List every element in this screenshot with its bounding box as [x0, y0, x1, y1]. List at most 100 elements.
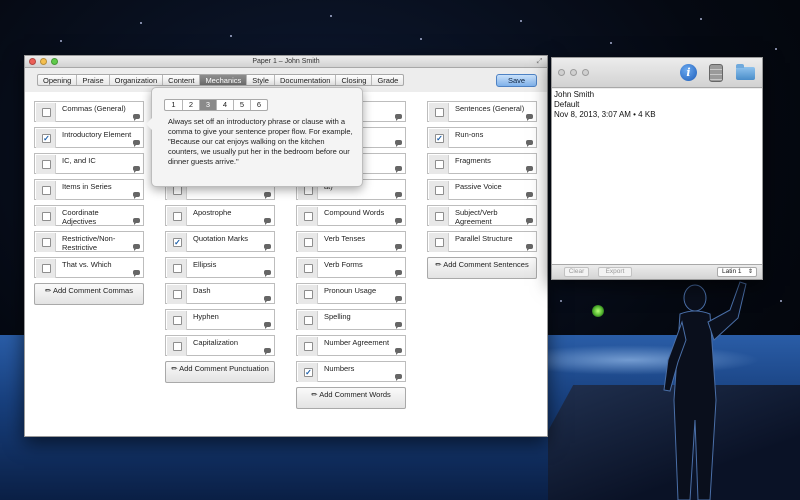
- tab-closing[interactable]: Closing: [335, 75, 371, 85]
- page-5-button[interactable]: 5: [233, 100, 250, 110]
- comment-checkbox[interactable]: [304, 290, 313, 299]
- comment-checkbox[interactable]: [42, 108, 51, 117]
- comment-bubble-icon[interactable]: [264, 322, 271, 329]
- comment-checkbox[interactable]: [304, 186, 313, 195]
- comment-bubble-icon[interactable]: [526, 218, 533, 225]
- comment-item-spelling[interactable]: Spelling: [296, 309, 406, 330]
- comment-item-items-in-series[interactable]: Items in Series: [34, 179, 144, 200]
- comment-item-sentences-general[interactable]: Sentences (General): [427, 101, 537, 122]
- page-4-button[interactable]: 4: [216, 100, 233, 110]
- comment-item-run-ons[interactable]: ✓ Run-ons: [427, 127, 537, 148]
- comment-checkbox[interactable]: ✓: [173, 238, 182, 247]
- comment-bubble-icon[interactable]: [526, 114, 533, 121]
- comment-checkbox[interactable]: [304, 342, 313, 351]
- comment-bubble-icon[interactable]: [264, 192, 271, 199]
- comment-item-passive-voice[interactable]: Passive Voice: [427, 179, 537, 200]
- comment-checkbox[interactable]: [173, 316, 182, 325]
- comment-checkbox[interactable]: [42, 238, 51, 247]
- comment-bubble-icon[interactable]: [395, 192, 402, 199]
- minimize-window-button[interactable]: [570, 69, 577, 76]
- comment-item-verb-forms[interactable]: Verb Forms: [296, 257, 406, 278]
- fullscreen-icon[interactable]: ⤢: [536, 58, 543, 65]
- comment-bubble-icon[interactable]: [526, 192, 533, 199]
- comment-item-that-vs-which[interactable]: That vs. Which: [34, 257, 144, 278]
- comment-bubble-icon[interactable]: [133, 114, 140, 121]
- comment-checkbox[interactable]: [304, 238, 313, 247]
- comment-checkbox[interactable]: [435, 212, 444, 221]
- comment-item-subject-verb-agreement[interactable]: Subject/Verb Agreement: [427, 205, 537, 226]
- add-comment-punctuation-button[interactable]: ✏ Add Comment Punctuation: [165, 361, 275, 383]
- page-6-button[interactable]: 6: [250, 100, 267, 110]
- comment-item-hyphen[interactable]: Hyphen: [165, 309, 275, 330]
- comment-checkbox[interactable]: [42, 264, 51, 273]
- tab-style[interactable]: Style: [246, 75, 274, 85]
- comment-bubble-icon[interactable]: [133, 270, 140, 277]
- comment-checkbox[interactable]: [435, 238, 444, 247]
- encoding-select[interactable]: Latin 1 ⇕: [717, 267, 757, 277]
- comment-bubble-icon[interactable]: [133, 140, 140, 147]
- add-comment-words-button[interactable]: ✏ Add Comment Words: [296, 387, 406, 409]
- comment-bubble-icon[interactable]: [264, 270, 271, 277]
- tab-grade[interactable]: Grade: [371, 75, 403, 85]
- comment-checkbox[interactable]: [435, 108, 444, 117]
- comment-item-number-agreement[interactable]: Number Agreement: [296, 335, 406, 356]
- comment-bubble-icon[interactable]: [264, 348, 271, 355]
- export-button[interactable]: Export: [598, 267, 632, 277]
- tab-content[interactable]: Content: [162, 75, 199, 85]
- comment-item-ic-and-ic[interactable]: IC, and IC: [34, 153, 144, 174]
- comment-checkbox[interactable]: [42, 160, 51, 169]
- comment-checkbox[interactable]: [173, 290, 182, 299]
- comment-checkbox[interactable]: [304, 212, 313, 221]
- comment-bubble-icon[interactable]: [133, 166, 140, 173]
- comment-bubble-icon[interactable]: [395, 114, 402, 121]
- comment-bubble-icon[interactable]: [264, 296, 271, 303]
- add-comment-sentences-button[interactable]: ✏ Add Comment Sentences: [427, 257, 537, 279]
- comment-bubble-icon[interactable]: [264, 244, 271, 251]
- comment-bubble-icon[interactable]: [395, 166, 402, 173]
- comment-item-commas-general[interactable]: Commas (General): [34, 101, 144, 122]
- comment-bubble-icon[interactable]: [395, 270, 402, 277]
- comment-bubble-icon[interactable]: [395, 244, 402, 251]
- comment-bubble-icon[interactable]: [133, 192, 140, 199]
- clear-button[interactable]: Clear: [564, 267, 589, 277]
- comment-bubble-icon[interactable]: [395, 140, 402, 147]
- comment-bubble-icon[interactable]: [264, 218, 271, 225]
- comment-bubble-icon[interactable]: [395, 374, 402, 381]
- paper-window-titlebar[interactable]: Paper 1 – John Smith ⤢: [25, 56, 547, 68]
- comment-item-capitalization[interactable]: Capitalization: [165, 335, 275, 356]
- comment-bubble-icon[interactable]: [133, 218, 140, 225]
- comment-checkbox[interactable]: [304, 264, 313, 273]
- page-3-button[interactable]: 3: [199, 100, 216, 110]
- comment-checkbox[interactable]: [173, 186, 182, 195]
- comment-bubble-icon[interactable]: [395, 322, 402, 329]
- page-1-button[interactable]: 1: [165, 100, 182, 110]
- comment-bubble-icon[interactable]: [526, 244, 533, 251]
- comment-item-numbers[interactable]: ✓ Numbers: [296, 361, 406, 382]
- comment-checkbox[interactable]: [42, 212, 51, 221]
- comment-item-dash[interactable]: Dash: [165, 283, 275, 304]
- folder-icon[interactable]: [736, 64, 755, 80]
- comment-item-apostrophe[interactable]: Apostrophe: [165, 205, 275, 226]
- comment-item-parallel-structure[interactable]: Parallel Structure: [427, 231, 537, 252]
- comment-checkbox[interactable]: [435, 186, 444, 195]
- comment-item-verb-tenses[interactable]: Verb Tenses: [296, 231, 406, 252]
- info-icon[interactable]: i: [680, 64, 697, 81]
- minimize-window-button[interactable]: [40, 58, 47, 65]
- zoom-window-button[interactable]: [582, 69, 589, 76]
- comment-bubble-icon[interactable]: [395, 218, 402, 225]
- save-button[interactable]: Save: [496, 74, 537, 87]
- comment-checkbox[interactable]: ✓: [304, 368, 313, 377]
- comment-item-fragments[interactable]: Fragments: [427, 153, 537, 174]
- comment-checkbox[interactable]: [173, 342, 182, 351]
- database-icon[interactable]: [709, 64, 723, 82]
- tab-opening[interactable]: Opening: [38, 75, 76, 85]
- comment-bubble-icon[interactable]: [133, 244, 140, 251]
- comment-item-compound-words[interactable]: Compound Words: [296, 205, 406, 226]
- close-window-button[interactable]: [558, 69, 565, 76]
- comment-checkbox[interactable]: ✓: [42, 134, 51, 143]
- comment-item-quotation-marks[interactable]: ✓ Quotation Marks: [165, 231, 275, 252]
- close-window-button[interactable]: [29, 58, 36, 65]
- comment-checkbox[interactable]: [173, 212, 182, 221]
- comment-checkbox[interactable]: [173, 264, 182, 273]
- comment-checkbox[interactable]: ✓: [435, 134, 444, 143]
